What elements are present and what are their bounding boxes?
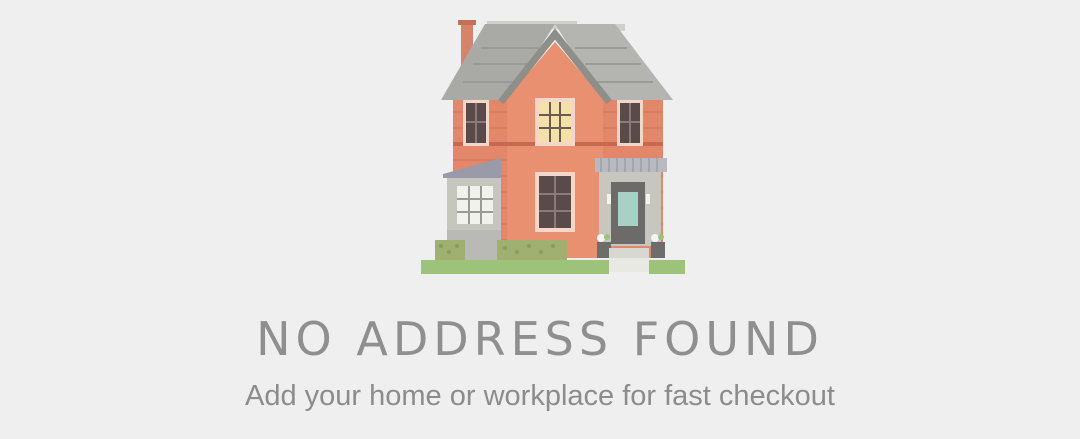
- empty-state-subtitle: Add your home or workplace for fast chec…: [245, 380, 835, 412]
- empty-address-screen: NO ADDRESS FOUND Add your home or workpl…: [0, 0, 1080, 439]
- house-illustration: [415, 12, 695, 282]
- empty-state-title: NO ADDRESS FOUND: [256, 312, 824, 366]
